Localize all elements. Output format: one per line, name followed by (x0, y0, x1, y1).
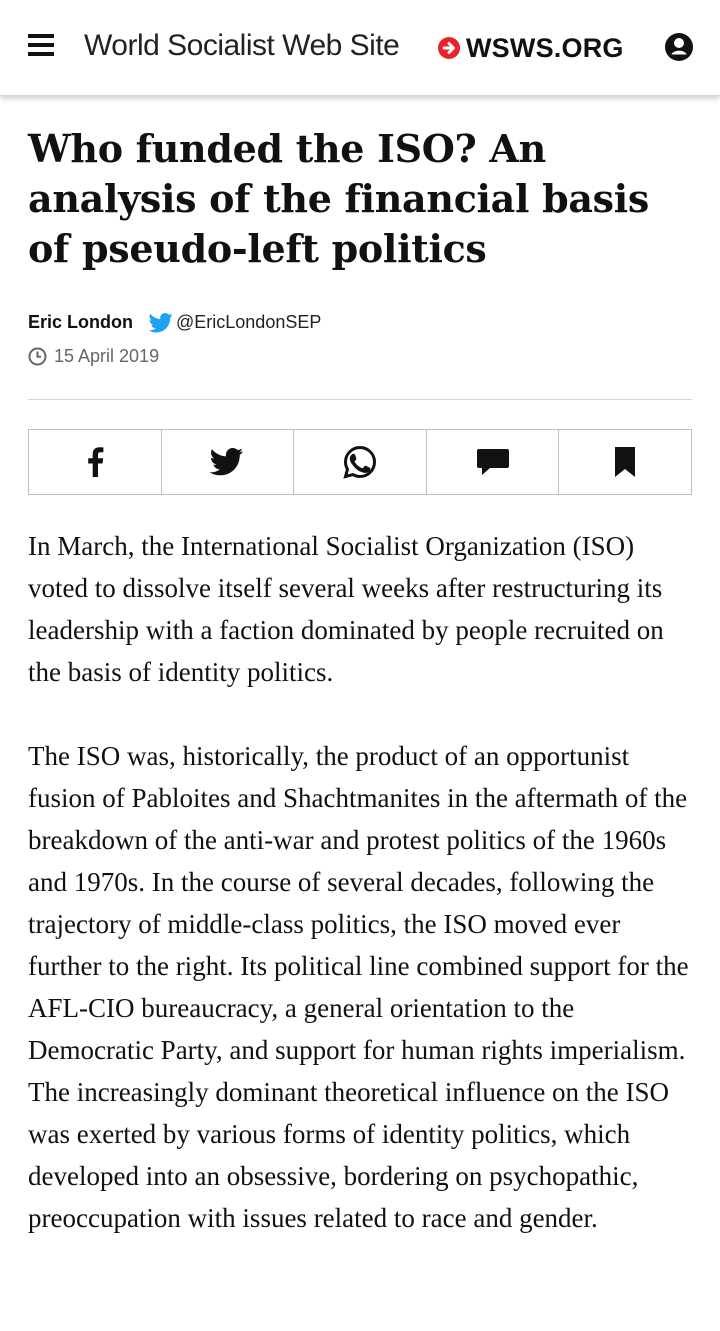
author-name[interactable]: Eric London (28, 312, 133, 333)
article-paragraph: In March, the International Socialist Or… (28, 531, 664, 687)
article-title: Who funded the ISO? An analysis of the f… (28, 126, 649, 271)
clock-icon (28, 347, 47, 366)
user-account-icon[interactable] (664, 32, 694, 62)
article-paragraph: The ISO was, historically, the product o… (28, 741, 689, 1233)
share-bar (28, 429, 692, 495)
article-body: In March, the International Socialist Or… (28, 525, 692, 1281)
share-facebook-button[interactable] (29, 430, 162, 494)
twitter-bird-icon (149, 312, 173, 332)
site-name[interactable]: World Socialist Web Site (84, 29, 400, 63)
wsws-logo[interactable]: WSWS.ORG (438, 32, 624, 63)
arrow-right-icon (438, 37, 460, 59)
facebook-icon (87, 447, 104, 477)
whatsapp-icon (343, 445, 376, 479)
site-header: World Socialist Web Site WSWS.ORG (0, 0, 720, 96)
comment-icon (476, 449, 509, 475)
date-text: 15 April 2019 (54, 346, 160, 366)
divider (28, 399, 692, 400)
publish-date: 15 April 2019 (28, 346, 159, 367)
hamburger-menu-icon[interactable] (28, 34, 56, 58)
twitter-icon (210, 448, 244, 476)
share-whatsapp-button[interactable] (294, 430, 427, 494)
byline: Eric London @EricLondonSEP (28, 312, 321, 333)
logo-text: WSWS.ORG (466, 32, 624, 63)
bookmark-button[interactable] (559, 430, 691, 494)
twitter-handle: @EricLondonSEP (176, 312, 322, 332)
share-twitter-button[interactable] (162, 430, 295, 494)
bookmark-icon (615, 447, 636, 477)
twitter-link[interactable]: @EricLondonSEP (149, 312, 321, 333)
comments-button[interactable] (427, 430, 560, 494)
